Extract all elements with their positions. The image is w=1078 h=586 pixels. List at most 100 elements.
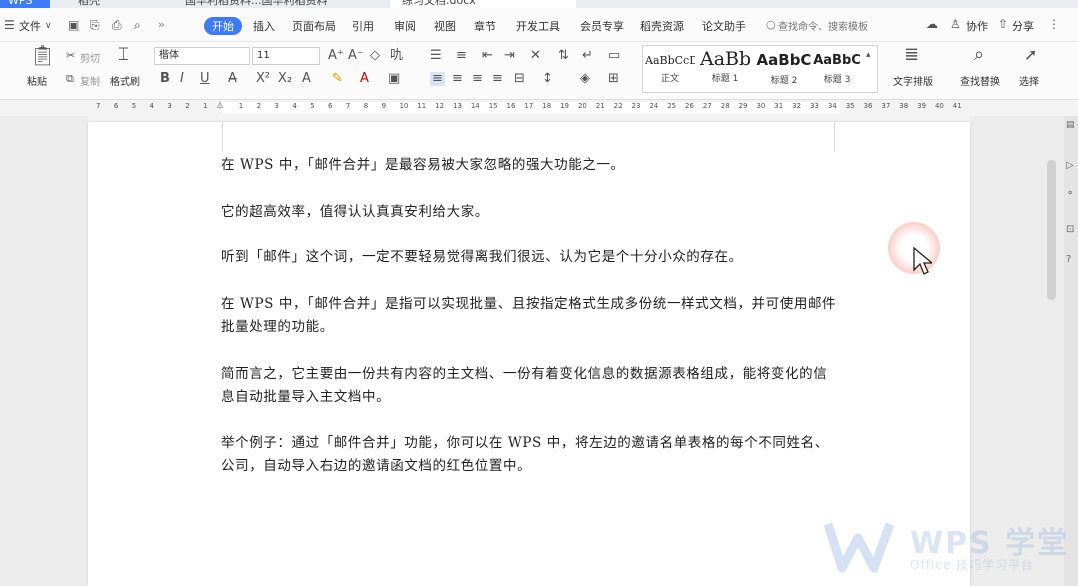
style-heading-3-preview: AaBbC <box>813 53 861 68</box>
tab-wps[interactable]: WPS <box>0 0 50 8</box>
strikethrough-icon[interactable]: A̶ <box>228 72 237 86</box>
distribute-icon[interactable]: ⊟ <box>514 72 525 86</box>
font-color-icon[interactable]: A <box>360 72 369 86</box>
bullet-list-icon[interactable]: ☰ <box>430 49 442 63</box>
right-margin-area <box>970 116 1078 586</box>
select-button[interactable]: 选择 <box>1019 73 1039 88</box>
decrease-indent-icon[interactable]: ⇤ <box>482 49 493 63</box>
sidebar-play-icon[interactable]: ▷ <box>1066 160 1074 171</box>
tab-material[interactable]: 国华利稻资料...国华利稻资料 <box>185 0 328 8</box>
ruler-tick: 36 <box>863 102 873 110</box>
ribbon-toolbar: 📋︎ 粘贴 ✂ 剪切 ⧉ 复制 ⌶ 格式刷 楷体 11 A⁺ A⁻ ◇ 㕤 B … <box>0 42 1078 100</box>
copy-icon[interactable]: ⧉ <box>66 72 74 86</box>
share-button[interactable]: 分享 <box>1012 18 1034 34</box>
menu-references[interactable]: 引用 <box>352 18 374 34</box>
menu-insert[interactable]: 插入 <box>253 18 275 34</box>
table-border-icon[interactable]: ▭ <box>608 49 620 63</box>
menu-member[interactable]: 会员专享 <box>580 18 624 34</box>
tab-practice-doc[interactable]: 练习文档.docx <box>390 0 576 8</box>
sidebar-collapse-icon[interactable]: ▤ <box>1066 120 1075 130</box>
paste-icon[interactable]: 📋︎ <box>30 45 55 65</box>
margin-corner-top-left <box>222 122 223 152</box>
sidebar-help-icon[interactable]: ? <box>1066 254 1071 265</box>
sidebar-tool-icon[interactable]: ⚬ <box>1066 188 1074 199</box>
menu-thesis-helper[interactable]: 论文助手 <box>702 18 746 34</box>
menu-home[interactable]: 开始 <box>204 17 242 35</box>
format-painter-button[interactable]: 格式刷 <box>110 73 140 88</box>
collab-button[interactable]: 协作 <box>966 18 988 34</box>
font-name-select[interactable]: 楷体 <box>154 47 250 65</box>
shading-icon[interactable]: ◈ <box>580 72 590 86</box>
ruler-tick: 39 <box>917 102 927 110</box>
vertical-scrollbar[interactable] <box>1047 160 1056 300</box>
menu-view[interactable]: 视图 <box>434 18 456 34</box>
cloud-sync-icon[interactable]: ☁ <box>926 17 938 31</box>
line-spacing-icon[interactable]: ↕ <box>542 72 553 86</box>
gallery-scroll-icon[interactable]: ▴ <box>866 48 871 62</box>
increase-indent-icon[interactable]: ⇥ <box>504 49 515 63</box>
more-icon[interactable]: » <box>158 18 165 32</box>
font-size-select[interactable]: 11 <box>252 47 320 65</box>
clear-format-icon[interactable]: ◇ <box>370 49 380 63</box>
borders-icon[interactable]: ⊞ <box>608 72 619 86</box>
user-icon[interactable]: ♙ <box>950 17 961 31</box>
print-icon[interactable]: ⎙ <box>112 18 122 32</box>
ruler-tick: 8 <box>363 102 369 110</box>
grow-font-icon[interactable]: A⁺ <box>328 49 344 63</box>
pinyin-icon[interactable]: 㕤 <box>390 49 403 63</box>
align-left-icon[interactable]: ≡ <box>430 72 445 86</box>
menu-review[interactable]: 审阅 <box>394 18 416 34</box>
mouse-pointer-icon <box>913 246 932 275</box>
menu-layout[interactable]: 页面布局 <box>292 18 336 34</box>
align-center-icon[interactable]: ≡ <box>452 72 463 86</box>
horizontal-ruler[interactable]: 7 6 5 4 3 2 1 1 2 3 4 5 6 7 8 9 10 11 12 13 14 15 16 17 18 19 20 21… <box>0 100 1078 116</box>
typesetting-icon[interactable]: ≣ <box>904 46 919 64</box>
find-replace-button[interactable]: 查找替换 <box>960 73 1000 88</box>
sort-icon[interactable]: ⇅ <box>558 49 569 63</box>
shrink-font-icon[interactable]: A⁻ <box>348 49 364 63</box>
indent-marker-icon[interactable]: ⏃ <box>216 100 224 111</box>
italic-icon[interactable]: I <box>180 72 184 86</box>
justify-icon[interactable]: ≡ <box>492 72 503 86</box>
bold-icon[interactable]: B <box>160 72 170 86</box>
style-heading-2[interactable]: AaBbC 标题 2 <box>756 46 812 90</box>
cut-button[interactable]: 剪切 <box>80 50 100 65</box>
chinese-layout-icon[interactable]: ✕ <box>530 49 541 63</box>
subscript-icon[interactable]: X₂ <box>278 72 292 86</box>
copy-button[interactable]: 复制 <box>80 73 100 88</box>
command-search-input[interactable]: 查找命令、搜索模板 <box>778 18 868 33</box>
find-replace-icon[interactable]: ⌕ <box>974 46 984 64</box>
style-normal[interactable]: AaBbCcD 正文 <box>645 46 695 90</box>
file-menu[interactable]: 文件 <box>19 18 41 34</box>
show-marks-icon[interactable]: ↵ <box>582 49 593 63</box>
save-icon[interactable]: ▣ <box>68 18 79 32</box>
chevron-down-icon[interactable]: ∨ <box>45 19 52 33</box>
document-page[interactable]: 在 WPS 中，「邮件合并」是最容易被大家忽略的强大功能之一。 它的超高效率，值… <box>88 122 970 586</box>
ruler-tick: 13 <box>453 102 462 110</box>
numbered-list-icon[interactable]: ≡ <box>456 49 467 63</box>
underline-icon[interactable]: U <box>200 72 210 86</box>
export-icon[interactable]: ⎘ <box>90 18 100 32</box>
typesetting-button[interactable]: 文字排版 <box>893 73 933 88</box>
cut-icon[interactable]: ✂ <box>66 49 75 63</box>
superscript-icon[interactable]: X² <box>256 72 270 86</box>
preview-icon[interactable]: ⌕ <box>134 18 141 32</box>
style-heading-3[interactable]: AaBbC 标题 3 <box>812 46 862 90</box>
menu-chapter[interactable]: 章节 <box>474 18 496 34</box>
align-right-icon[interactable]: ≡ <box>472 72 483 86</box>
menu-daoke-resources[interactable]: 稻壳资源 <box>640 18 684 34</box>
menu-developer[interactable]: 开发工具 <box>516 18 560 34</box>
paragraph-3: 听到「邮件」这个词，一定不要轻易觉得离我们很远、认为它是个十分小众的存在。 <box>221 249 743 265</box>
sidebar-bookmark-icon[interactable]: ⊡ <box>1066 224 1074 235</box>
text-effect-icon[interactable]: A <box>302 72 311 86</box>
share-icon[interactable]: ⇧ <box>998 17 1008 31</box>
hamburger-icon[interactable]: ☰ <box>4 18 15 32</box>
style-heading-1[interactable]: AaBb 标题 1 <box>700 46 750 90</box>
tab-daoke[interactable]: 稻壳 <box>78 0 100 8</box>
char-border-icon[interactable]: ▣ <box>388 72 400 86</box>
select-icon[interactable]: ➚ <box>1024 47 1037 63</box>
more-options-icon[interactable]: ⋮ <box>1048 17 1060 31</box>
paste-button[interactable]: 粘贴 <box>27 73 47 88</box>
highlight-icon[interactable]: ✎ <box>332 72 343 86</box>
format-painter-icon[interactable]: ⌶ <box>118 46 129 64</box>
